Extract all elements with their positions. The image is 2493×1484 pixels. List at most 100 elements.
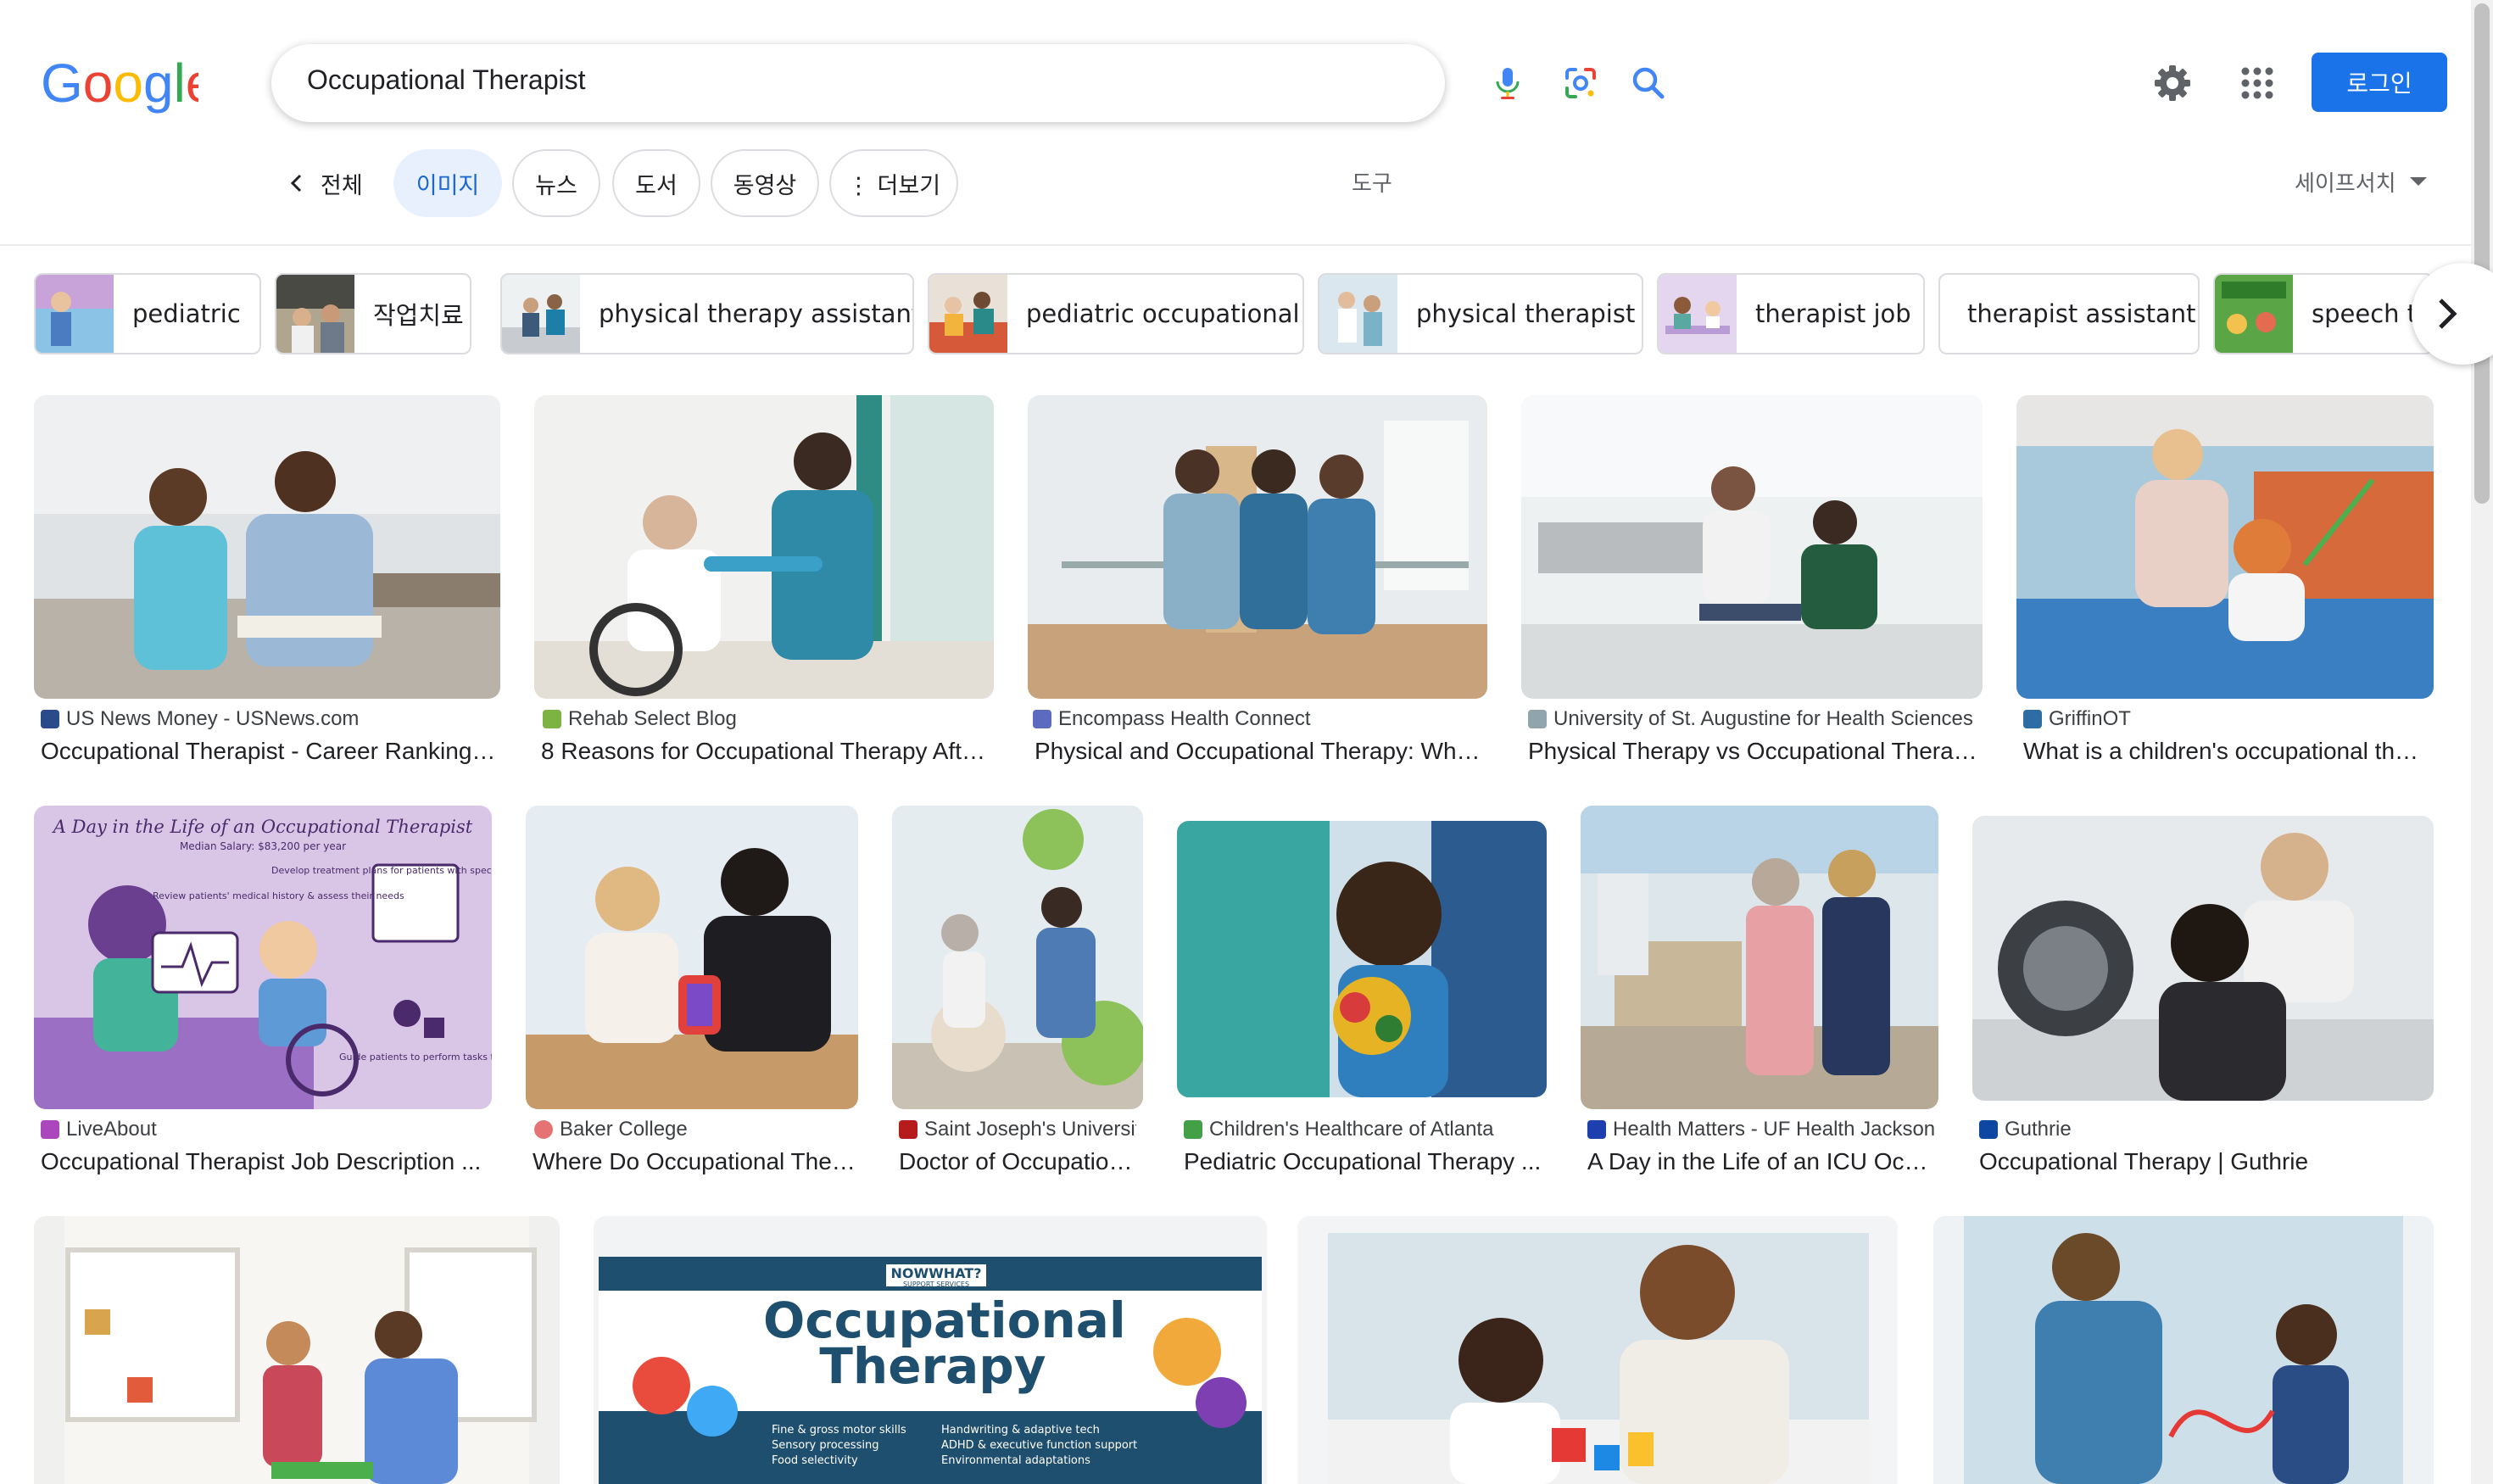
choa-favicon bbox=[1184, 1120, 1202, 1139]
tab-all-label: 전체 bbox=[321, 172, 363, 199]
result-title[interactable]: What is a children's occupational therap… bbox=[2023, 738, 2430, 765]
microphone-icon[interactable] bbox=[1487, 63, 1528, 103]
related-chip-label: physical therapy assistant bbox=[599, 299, 914, 328]
safesearch-dropdown[interactable]: 세이프서치 bbox=[2295, 166, 2427, 198]
usa-favicon bbox=[1528, 710, 1547, 728]
result-title[interactable]: Where Do Occupational Therapists Work ..… bbox=[533, 1148, 856, 1175]
usnews-favicon bbox=[41, 710, 59, 728]
related-chip-therapist-assistant[interactable]: therapist assistant bbox=[1938, 273, 2200, 354]
related-chip-label: pediatric occupational bbox=[1026, 299, 1300, 328]
result-image[interactable] bbox=[526, 806, 858, 1109]
result-image[interactable] bbox=[1177, 821, 1547, 1097]
result-source[interactable]: LiveAbout bbox=[41, 1118, 490, 1141]
result-title[interactable]: 8 Reasons for Occupational Therapy After… bbox=[541, 738, 992, 765]
scrollbar-thumb[interactable] bbox=[2474, 3, 2490, 504]
result-source[interactable]: Saint Joseph's University bbox=[899, 1118, 1136, 1141]
result-image[interactable] bbox=[534, 395, 994, 699]
result-title[interactable]: Doctor of Occupational Therapy ... bbox=[899, 1148, 1136, 1175]
result-source-name: LiveAbout bbox=[66, 1118, 157, 1141]
related-chip-label: therapist job bbox=[1755, 299, 1911, 328]
result-source[interactable]: University of St. Augustine for Health S… bbox=[1528, 707, 1977, 731]
related-thumbnail bbox=[1659, 275, 1737, 353]
result-title[interactable]: Physical Therapy vs Occupational Therapy… bbox=[1528, 738, 1977, 765]
dropdown-caret-icon bbox=[2409, 176, 2427, 186]
griffinot-favicon bbox=[2023, 710, 2042, 728]
result-source[interactable]: US News Money - USNews.com bbox=[41, 707, 499, 731]
tab-videos[interactable]: 동영상 bbox=[711, 149, 819, 217]
result-source[interactable]: Guthrie bbox=[1979, 1118, 2429, 1141]
banner-title-line: Occupational bbox=[763, 1292, 1126, 1349]
related-thumbnail bbox=[2215, 275, 2293, 353]
related-thumbnail bbox=[502, 275, 580, 353]
result-image[interactable]: NOWWHAT? SUPPORT SERVICES Occupational T… bbox=[594, 1216, 1267, 1484]
tab-books[interactable]: 도서 bbox=[612, 149, 700, 217]
result-source-name: Baker College bbox=[560, 1118, 688, 1141]
result-image[interactable] bbox=[34, 1216, 560, 1484]
apps-grid-icon[interactable] bbox=[2235, 61, 2279, 105]
result-image[interactable]: A Day in the Life of an Occupational The… bbox=[34, 806, 492, 1109]
poster-note: Review patients' medical history & asses… bbox=[153, 890, 404, 901]
banner-bullets-right: Handwriting & adaptive tech ADHD & execu… bbox=[941, 1423, 1137, 1469]
result-source[interactable]: Rehab Select Blog bbox=[543, 707, 992, 731]
result-source-name: Encompass Health Connect bbox=[1058, 707, 1311, 730]
tab-images[interactable]: 이미지 bbox=[393, 149, 502, 217]
related-chip-physical-therapist[interactable]: physical therapist bbox=[1318, 273, 1643, 354]
related-chip-pediatric[interactable]: pediatric bbox=[34, 273, 261, 354]
result-image[interactable] bbox=[892, 806, 1143, 1109]
poster-note: Develop treatment plans for patients wit… bbox=[271, 865, 492, 876]
tab-more[interactable]: ⋮ 더보기 bbox=[829, 149, 958, 217]
result-image[interactable] bbox=[1972, 816, 2434, 1101]
search-box[interactable]: Occupational Therapist bbox=[271, 44, 1665, 122]
banner-bullets-left: Fine & gross motor skills Sensory proces… bbox=[772, 1423, 906, 1469]
result-source-name: Saint Joseph's University bbox=[924, 1118, 1136, 1141]
result-title[interactable]: A Day in the Life of an ICU Occupational… bbox=[1587, 1148, 1935, 1175]
result-image[interactable] bbox=[1028, 395, 1487, 699]
related-chip-therapist-job[interactable]: therapist job bbox=[1657, 273, 1925, 354]
chevron-left-icon bbox=[290, 174, 302, 192]
related-chip-label: therapist assistant bbox=[1967, 299, 2196, 328]
poster-title: A Day in the Life of an Occupational The… bbox=[52, 817, 473, 837]
encompass-favicon bbox=[1033, 710, 1051, 728]
result-image[interactable] bbox=[1521, 395, 1983, 699]
related-chip-occupational-therapy-ko[interactable]: 작업치료 bbox=[275, 273, 471, 354]
result-image[interactable] bbox=[1297, 1216, 1898, 1484]
result-source[interactable]: GriffinOT bbox=[2023, 707, 2430, 731]
result-title[interactable]: Physical and Occupational Therapy: What … bbox=[1035, 738, 1484, 765]
ufhealth-favicon bbox=[1587, 1120, 1606, 1139]
result-source[interactable]: Children's Healthcare of Atlanta bbox=[1184, 1118, 1548, 1141]
result-image[interactable] bbox=[2016, 395, 2434, 699]
settings-gear-icon[interactable] bbox=[2150, 61, 2195, 105]
banner-title: Occupational Therapy bbox=[763, 1292, 1126, 1395]
poster-salary: Median Salary: $83,200 per year bbox=[180, 840, 346, 852]
banner-bullet: ADHD & executive function support bbox=[941, 1439, 1138, 1452]
tab-news[interactable]: 뉴스 bbox=[512, 149, 600, 217]
google-logo[interactable]: Google bbox=[41, 54, 198, 115]
related-chip-speech-therapy[interactable]: speech t bbox=[2213, 273, 2434, 354]
result-image[interactable] bbox=[1581, 806, 1938, 1109]
banner-title-line: Therapy bbox=[819, 1337, 1046, 1395]
result-image[interactable] bbox=[1933, 1216, 2434, 1484]
login-button[interactable]: 로그인 bbox=[2312, 53, 2447, 112]
result-source[interactable]: Baker College bbox=[534, 1118, 856, 1141]
result-source-name: Guthrie bbox=[2005, 1118, 2072, 1141]
related-chip-pediatric-occupational[interactable]: pediatric occupational bbox=[928, 273, 1304, 354]
result-source[interactable]: Encompass Health Connect bbox=[1033, 707, 1482, 731]
search-icon[interactable] bbox=[1628, 63, 1669, 103]
result-title[interactable]: Occupational Therapist Job Description .… bbox=[41, 1148, 490, 1175]
related-thumbnail bbox=[929, 275, 1007, 353]
related-chip-label: 작업치료 bbox=[373, 301, 464, 330]
result-image[interactable] bbox=[34, 395, 500, 699]
result-title[interactable]: Pediatric Occupational Therapy ... bbox=[1184, 1148, 1548, 1175]
result-source[interactable]: Health Matters - UF Health Jacksonville bbox=[1587, 1118, 1935, 1141]
result-title[interactable]: Occupational Therapy | Guthrie bbox=[1979, 1148, 2429, 1175]
result-source-name: Children's Healthcare of Atlanta bbox=[1209, 1118, 1494, 1141]
tools-button[interactable]: 도구 bbox=[1352, 166, 1392, 198]
tab-all-back[interactable]: 전체 bbox=[285, 166, 363, 200]
result-source-name: Health Matters - UF Health Jacksonville bbox=[1613, 1118, 1935, 1141]
related-chip-label: pediatric bbox=[132, 299, 241, 328]
result-title[interactable]: Occupational Therapist - Career Rankings… bbox=[41, 738, 499, 765]
search-input[interactable]: Occupational Therapist bbox=[307, 64, 585, 96]
lens-camera-icon[interactable] bbox=[1560, 63, 1601, 103]
related-chip-physical-therapy-assistant[interactable]: physical therapy assistant bbox=[500, 273, 914, 354]
chevron-right-icon bbox=[2439, 298, 2457, 329]
